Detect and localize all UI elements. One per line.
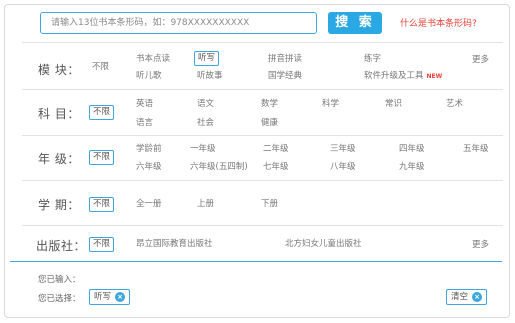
module-option[interactable]: 听儿歌 [136,70,162,83]
term-unlimited-option[interactable]: 不限 [89,197,115,212]
term-option[interactable]: 全一册 [136,198,162,211]
barcode-help-link[interactable]: 什么是书本条形码? [400,16,477,29]
grade-option[interactable]: 二年级 [263,143,289,156]
grade-option[interactable]: 九年级 [399,161,425,174]
divider [22,135,503,136]
subject-option[interactable]: 常识 [385,98,402,111]
module-option[interactable]: 国学经典 [268,70,302,83]
subject-option[interactable]: 英语 [136,98,153,111]
grade-option[interactable]: 一年级 [190,143,216,156]
term-option[interactable]: 下册 [261,198,278,211]
module-option-label: 软件升级及工具 [364,71,424,81]
selected-label: 您已选择： [38,294,81,304]
grade-option[interactable]: 七年级 [263,161,289,174]
publisher-option[interactable]: 北方妇女儿童出版社 [285,238,362,251]
subject-option[interactable]: 语文 [197,98,214,111]
term-option[interactable]: 上册 [197,198,214,211]
subject-option[interactable]: 科学 [322,98,339,111]
search-button[interactable]: 搜 索 [328,12,382,34]
module-more-link[interactable]: 更多 [472,53,489,65]
module-option-selected[interactable]: 听写 [194,51,220,66]
divider [22,89,503,90]
module-unlimited-option[interactable]: 不限 [89,61,112,76]
term-label: 学 期： [38,198,80,212]
subject-option[interactable]: 语言 [136,117,153,130]
module-option[interactable]: 软件升级及工具 NEW [364,70,442,83]
clear-button-label: 清空 [451,292,469,302]
publisher-option[interactable]: 昂立国际教育出版社 [136,238,213,251]
module-option[interactable]: 练字 [364,53,381,66]
divider [22,180,503,181]
subject-unlimited-option[interactable]: 不限 [89,105,115,120]
grade-label: 年 级： [38,152,80,166]
publisher-more-link[interactable]: 更多 [472,238,489,250]
subject-option[interactable]: 数学 [261,98,278,111]
new-badge: NEW [426,73,443,80]
grade-option[interactable]: 三年级 [330,143,356,156]
filter-panel [4,4,510,318]
grade-option[interactable]: 五年级 [463,143,489,156]
divider [22,225,503,226]
grade-unlimited-option[interactable]: 不限 [89,150,115,165]
grade-option[interactable]: 八年级 [330,161,356,174]
barcode-search-input[interactable] [40,12,317,34]
divider [22,42,503,43]
subject-option[interactable]: 健康 [261,117,278,130]
clear-button[interactable]: 清空 × [446,289,488,305]
subject-option[interactable]: 社会 [197,117,214,130]
divider-accent [10,261,502,262]
selected-filter-chip-label: 听写 [94,292,112,302]
module-option[interactable]: 书本点读 [136,53,170,66]
publisher-label: 出版社： [36,239,87,253]
subject-option[interactable]: 艺术 [446,98,463,111]
module-option[interactable]: 听故事 [197,70,223,83]
grade-option[interactable]: 六年级(五四制) [190,161,248,174]
module-label: 模 块： [38,63,80,77]
grade-option[interactable]: 六年级 [136,161,162,174]
selected-filter-chip[interactable]: 听写 × [89,289,131,305]
subject-label: 科 目： [38,107,80,121]
publisher-unlimited-option[interactable]: 不限 [89,237,115,252]
grade-option[interactable]: 四年级 [399,143,425,156]
module-option[interactable]: 拼音拼读 [268,53,302,66]
grade-option[interactable]: 学龄前 [136,143,162,156]
close-icon[interactable]: × [472,292,483,302]
entered-label: 您已输入： [38,275,81,285]
close-icon[interactable]: × [115,292,126,302]
